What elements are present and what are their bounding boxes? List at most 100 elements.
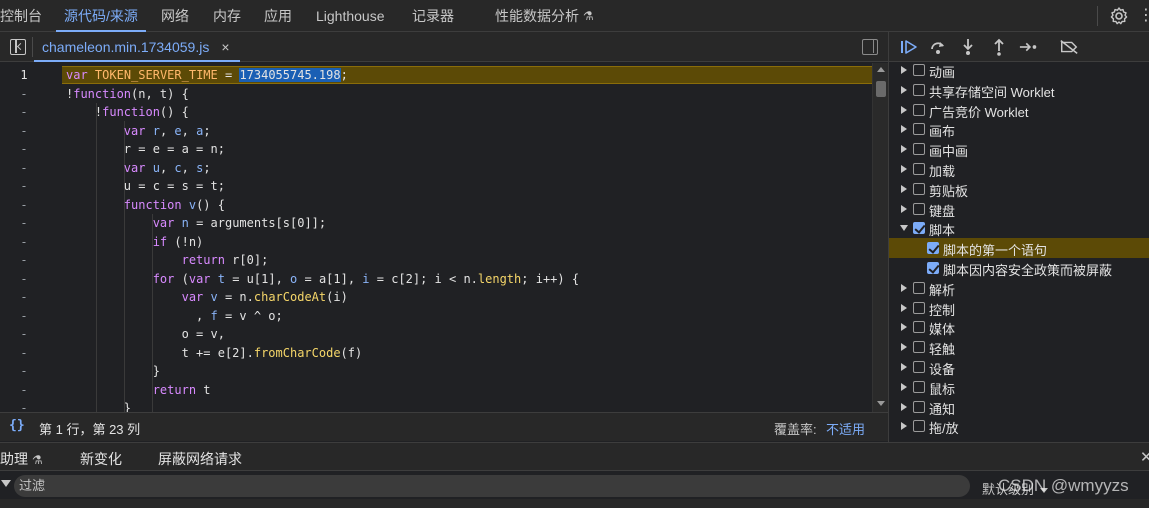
resume-icon[interactable] [899,38,919,56]
chevron-right-icon[interactable] [901,105,907,114]
chevron-right-icon[interactable] [901,303,907,312]
scroll-down-icon[interactable] [877,401,885,406]
breakpoint-row[interactable]: 脚本的第一个语句 [889,238,1149,259]
step-icon[interactable] [1019,38,1039,56]
breakpoint-row[interactable]: 动画 [889,62,1149,80]
breakpoint-row[interactable]: 脚本 [889,218,1149,238]
tab-performance-insights[interactable]: 性能数据分析 ⚗ [495,0,594,32]
line-number[interactable]: - [0,177,48,195]
code-editor[interactable]: 1 - - - - - - - - - - - - - - - - - - va… [0,63,888,412]
pretty-print-icon[interactable]: {} [9,418,25,433]
line-number[interactable]: - [0,362,48,380]
scroll-up-icon[interactable] [877,67,885,72]
breakpoint-checkbox[interactable] [913,143,925,156]
breakpoint-row[interactable]: 加载 [889,159,1149,179]
deactivate-breakpoints-icon[interactable] [1059,38,1079,56]
drawer-tab-assistant[interactable]: 助理 ⚗ [0,449,43,469]
line-number[interactable]: - [0,399,48,412]
breakpoint-checkbox[interactable] [913,281,925,294]
line-number[interactable]: 1 [0,66,48,84]
breakpoint-checkbox[interactable] [913,380,925,393]
gear-icon[interactable] [1109,6,1129,26]
breakpoint-checkbox[interactable] [913,103,925,116]
chevron-right-icon[interactable] [901,125,907,134]
chevron-right-icon[interactable] [901,165,907,173]
line-number[interactable]: - [0,381,48,399]
line-number[interactable]: - [0,233,48,251]
breakpoint-row[interactable]: 通知 [889,397,1149,417]
line-number[interactable]: - [0,196,48,214]
chevron-right-icon[interactable] [901,422,907,431]
chevron-right-icon[interactable] [901,382,907,391]
chevron-down-icon[interactable] [900,225,908,232]
line-number[interactable]: - [0,270,48,288]
tab-console[interactable]: 控制台 [0,0,42,32]
step-over-icon[interactable] [928,38,948,56]
breakpoint-checkbox[interactable] [913,123,925,136]
toggle-debugger-icon[interactable] [862,39,878,55]
chevron-right-icon[interactable] [901,204,907,213]
breakpoint-checkbox[interactable] [913,321,925,334]
code-content[interactable]: var TOKEN_SERVER_TIME = 1734055745.198; … [62,63,872,412]
breakpoint-checkbox[interactable] [913,222,925,235]
breakpoint-checkbox[interactable] [913,420,925,433]
file-tab-chameleon[interactable]: chameleon.min.1734059.js × [34,32,240,62]
breakpoint-checkbox[interactable] [913,400,925,413]
line-number[interactable]: - [0,159,48,177]
chevron-right-icon[interactable] [901,184,907,193]
line-number[interactable]: - [0,288,48,306]
breakpoint-checkbox[interactable] [927,242,939,255]
chevron-right-icon[interactable] [901,343,907,352]
breakpoint-row[interactable]: 共享存储空间 Worklet [889,80,1149,100]
breakpoint-checkbox[interactable] [913,202,925,215]
step-into-icon[interactable] [958,38,978,56]
breakpoint-row[interactable]: 设备 [889,357,1149,377]
drawer-tab-whats-new[interactable]: 新变化 [80,449,122,469]
breakpoint-row[interactable]: 轻触 [889,337,1149,357]
close-icon[interactable]: × [221,39,229,55]
chevron-right-icon[interactable] [901,283,907,292]
breakpoint-checkbox[interactable] [927,262,939,274]
breakpoint-row[interactable]: 解析 [889,278,1149,298]
chevron-right-icon[interactable] [901,145,907,154]
line-number[interactable]: - [0,214,48,232]
line-number[interactable]: - [0,122,48,140]
breakpoint-row[interactable]: 画中画 [889,139,1149,159]
breakpoint-checkbox[interactable] [913,341,925,354]
breakpoint-checkbox[interactable] [913,83,925,96]
coverage-value[interactable]: 不适用 [826,419,865,438]
breakpoint-row[interactable]: 拖/放 [889,416,1149,436]
vertical-scrollbar[interactable] [872,63,888,412]
line-number[interactable]: - [0,251,48,269]
line-number[interactable]: - [0,325,48,343]
chevron-right-icon[interactable] [901,323,907,332]
tab-network[interactable]: 网络 [161,0,189,32]
more-options-icon[interactable]: ⋮ [1138,6,1149,26]
chevron-right-icon[interactable] [901,402,907,411]
breakpoint-row[interactable]: 键盘 [889,199,1149,219]
toggle-navigator-icon[interactable] [10,39,26,55]
chevron-right-icon[interactable] [901,363,907,371]
breakpoint-checkbox[interactable] [913,64,925,76]
close-icon[interactable]: ✕ [1140,448,1149,466]
tab-application[interactable]: 应用 [264,0,292,32]
tab-lighthouse[interactable]: Lighthouse [316,0,385,32]
breakpoint-checkbox[interactable] [913,182,925,195]
chevron-right-icon[interactable] [901,85,907,94]
tab-sources[interactable]: 源代码/来源 [56,0,146,32]
breakpoint-row[interactable]: 媒体 [889,317,1149,337]
line-number[interactable]: - [0,140,48,158]
line-number[interactable]: - [0,344,48,362]
line-number[interactable]: - [0,85,48,103]
breakpoint-row[interactable]: 鼠标 [889,377,1149,397]
breakpoint-checkbox[interactable] [913,361,925,373]
filter-input[interactable]: 过滤 [14,475,970,497]
tab-memory[interactable]: 内存 [213,0,241,32]
breakpoint-row[interactable]: 脚本因内容安全政策而被屏蔽 [889,258,1149,278]
line-number[interactable]: - [0,307,48,325]
line-number[interactable]: - [0,103,48,121]
scrollbar-thumb[interactable] [876,81,886,97]
step-out-icon[interactable] [989,38,1009,56]
breakpoint-row[interactable]: 剪贴板 [889,179,1149,199]
breakpoint-row[interactable]: 控制 [889,298,1149,318]
